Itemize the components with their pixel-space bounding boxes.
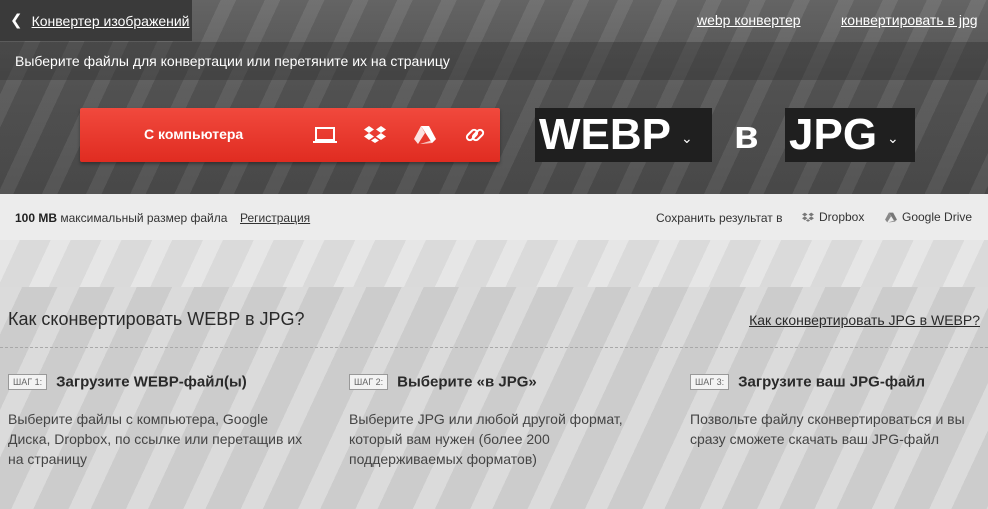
dropbox-icon bbox=[802, 212, 814, 222]
step-2: ШАГ 2: Выберите «в JPG» Выберите JPG или … bbox=[349, 373, 649, 469]
save-to-dropbox-button[interactable]: Dropbox bbox=[801, 210, 864, 224]
source-format-value: WEBP bbox=[539, 110, 671, 159]
step-title: Загрузите ваш JPG-файл bbox=[738, 373, 926, 391]
google-drive-icon[interactable] bbox=[412, 123, 438, 147]
step-badge: ШАГ 2: bbox=[349, 373, 389, 390]
max-size-text: максимальный размер файла bbox=[60, 211, 228, 225]
chevron-left-icon: ❮ bbox=[10, 12, 23, 29]
step-1: ШАГ 1: Загрузите WEBP-файл(ы) Выберите фа… bbox=[8, 373, 308, 469]
source-format-dropdown[interactable]: WEBP ⌄ bbox=[535, 108, 712, 162]
step-description: Выберите JPG или любой другой формат, ко… bbox=[349, 411, 623, 467]
instruction-text: Выберите файлы для конвертации или перет… bbox=[15, 53, 450, 69]
chevron-down-icon: ⌄ bbox=[681, 129, 693, 146]
hero-section: ❮ Конвертер изображений webp конвертер к… bbox=[0, 0, 988, 194]
how-to-section: Как сконвертировать WEBP в JPG? Как скон… bbox=[0, 287, 988, 509]
top-bar: ❮ Конвертер изображений webp конвертер к… bbox=[0, 0, 988, 42]
link-icon[interactable] bbox=[462, 123, 488, 147]
reverse-conversion-link[interactable]: Как сконвертировать JPG в WEBP? bbox=[749, 312, 980, 328]
step-title: Загрузите WEBP-файл(ы) bbox=[56, 373, 247, 391]
info-bar: 100 MB максимальный размер файла Регистр… bbox=[0, 194, 988, 240]
upload-from-computer-button[interactable]: С компьютера bbox=[80, 108, 500, 162]
step-title: Выберите «в JPG» bbox=[397, 373, 537, 391]
chevron-down-icon: ⌄ bbox=[887, 129, 899, 146]
step-badge: ШАГ 1: bbox=[8, 373, 48, 390]
google-drive-icon bbox=[885, 212, 897, 222]
target-format-dropdown[interactable]: JPG ⌄ bbox=[785, 108, 915, 162]
back-link-label: Конвертер изображений bbox=[31, 12, 190, 29]
how-to-title: Как сконвертировать WEBP в JPG? bbox=[8, 309, 305, 329]
save-result-label: Сохранить результат в bbox=[656, 211, 783, 225]
webp-converter-link[interactable]: webp конвертер bbox=[697, 12, 801, 28]
step-description: Выберите файлы с компьютера, Google Диск… bbox=[8, 411, 303, 467]
step-description: Позвольте файлу сконвертироваться и вы с… bbox=[690, 411, 965, 447]
conversion-separator: в bbox=[734, 113, 759, 157]
decorative-band bbox=[0, 240, 988, 287]
target-format-value: JPG bbox=[789, 110, 878, 159]
section-divider bbox=[0, 347, 988, 348]
laptop-icon[interactable] bbox=[312, 123, 338, 147]
step-badge: ШАГ 3: bbox=[690, 373, 730, 390]
instruction-bar: Выберите файлы для конвертации или перет… bbox=[0, 42, 988, 80]
dropbox-label: Dropbox bbox=[819, 210, 865, 224]
registration-link[interactable]: Регистрация bbox=[240, 211, 310, 225]
save-to-google-drive-button[interactable]: Google Drive bbox=[884, 210, 972, 224]
google-drive-label: Google Drive bbox=[902, 210, 973, 224]
convert-to-jpg-link[interactable]: конвертировать в jpg bbox=[841, 12, 978, 28]
back-to-image-converter-link[interactable]: ❮ Конвертер изображений bbox=[0, 0, 192, 41]
max-size-value: 100 MB bbox=[15, 211, 58, 225]
max-file-size: 100 MB максимальный размер файла bbox=[15, 211, 227, 225]
dropbox-icon[interactable] bbox=[362, 123, 388, 147]
upload-button-label: С компьютера bbox=[144, 126, 244, 142]
step-3: ШАГ 3: Загрузите ваш JPG-файл Позвольте ф… bbox=[690, 373, 988, 449]
